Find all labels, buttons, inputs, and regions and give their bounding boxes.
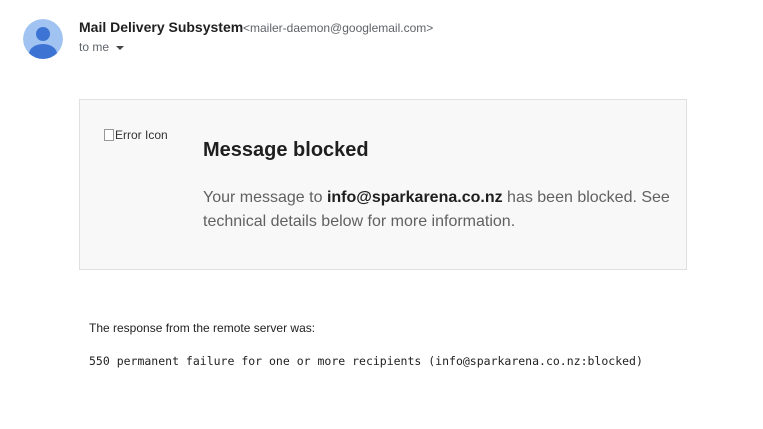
notice-title: Message blocked <box>203 139 369 161</box>
sender-avatar-icon[interactable] <box>23 19 63 59</box>
notice-message: Your message to info@sparkarena.co.nz ha… <box>203 186 673 234</box>
caret-down-icon[interactable] <box>116 45 125 50</box>
error-icon: Error Icon <box>104 125 174 145</box>
blocked-address: info@sparkarena.co.nz <box>326 189 503 206</box>
broken-image-icon <box>104 129 114 141</box>
recipient-label: to me <box>79 40 110 54</box>
response-code: 550 permanent failure for one or more re… <box>89 354 643 368</box>
recipient-details-toggle[interactable]: to me <box>79 40 125 54</box>
notice-text-before: Your message to <box>203 189 327 206</box>
response-label: The response from the remote server was: <box>89 321 316 335</box>
sender-email: <mailer-daemon@googlemail.com> <box>243 21 434 35</box>
sender-name[interactable]: Mail Delivery Subsystem <box>79 19 243 35</box>
blocked-notice-card: Error Icon Message blocked Your message … <box>79 99 687 270</box>
error-icon-alt-text: Error Icon <box>115 128 168 142</box>
